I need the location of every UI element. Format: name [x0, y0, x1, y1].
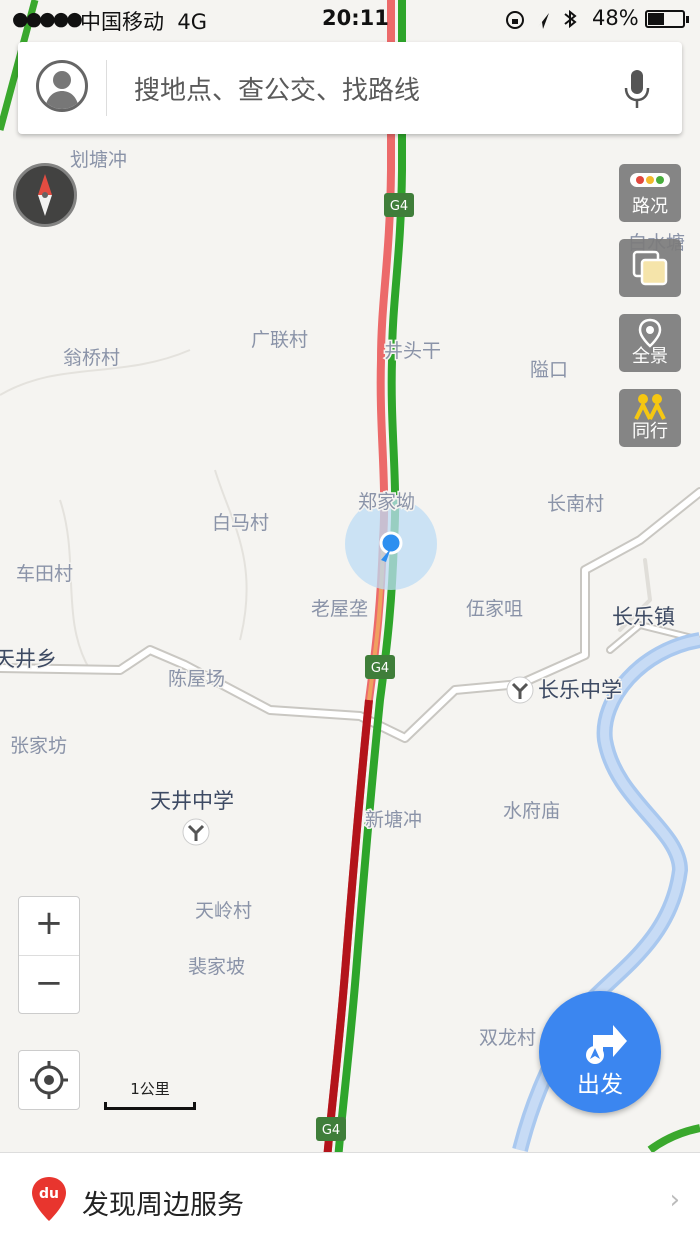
go-button[interactable]: 出发	[539, 991, 661, 1113]
crosshair-icon	[30, 1061, 68, 1099]
microphone-icon[interactable]	[622, 68, 652, 110]
traffic-light-icon	[630, 173, 670, 187]
town-label: 长乐镇	[612, 605, 675, 629]
nearby-services-label: 发现周边服务	[82, 1190, 244, 1221]
town-label: 天井乡	[0, 647, 57, 671]
clock: 20:11	[322, 6, 389, 30]
road-shield-g4: G4	[384, 193, 414, 217]
go-button-label: 出发	[577, 1072, 623, 1098]
poi-label: 长乐中学	[538, 678, 622, 702]
place-label: 广联村	[251, 329, 308, 351]
battery-icon	[645, 10, 689, 28]
place-label: 老屋垄	[311, 598, 368, 620]
battery-percent: 48%	[592, 6, 639, 30]
place-label: 裴家坡	[188, 956, 245, 978]
zoom-control: + −	[18, 896, 80, 1014]
compass-icon	[38, 174, 52, 216]
search-input[interactable]: 搜地点、查公交、找路线	[134, 70, 420, 107]
signal-strength: ●●●●●	[12, 8, 83, 30]
place-label: 天岭村	[195, 900, 252, 922]
road-shield-g4: G4	[365, 655, 395, 679]
place-label: 井头干	[384, 340, 441, 362]
panorama-button-label: 全景	[632, 346, 668, 367]
user-avatar-icon[interactable]	[36, 60, 88, 112]
road-shield-label: G4	[390, 199, 408, 214]
zoom-out-button[interactable]: −	[19, 963, 79, 1003]
traffic-button[interactable]: 路况	[619, 164, 681, 222]
locate-me-button[interactable]	[18, 1050, 80, 1110]
svg-text:du: du	[39, 1186, 59, 1202]
companions-button-label: 同行	[632, 421, 668, 442]
poi-label: 天井中学	[150, 789, 234, 813]
place-label: 白马村	[212, 512, 269, 534]
zoom-divider	[19, 955, 79, 956]
place-label: 翁桥村	[63, 347, 120, 369]
place-label: 张家坊	[10, 735, 67, 757]
place-label: 郑家坳	[358, 491, 415, 513]
school-icon	[506, 676, 534, 704]
school-icon	[182, 818, 210, 846]
status-icons	[506, 9, 577, 29]
status-bar: ●●●●● 中国移动 4G 20:11 48%	[0, 0, 700, 40]
compass-button[interactable]	[13, 163, 77, 227]
route-arrow-icon	[586, 1025, 627, 1064]
place-label: 车田村	[16, 563, 73, 585]
du-logo-icon: du	[32, 1177, 66, 1221]
nearby-services-bar[interactable]: du 发现周边服务 ›	[0, 1152, 700, 1245]
place-label: 隘口	[530, 359, 568, 381]
place-label: 双龙村	[479, 1027, 536, 1049]
carrier-label: 中国移动 4G	[80, 10, 207, 34]
place-label: 水府庙	[503, 800, 560, 822]
map-scale: 1公里	[104, 1078, 196, 1112]
road-shield-label: G4	[322, 1123, 340, 1138]
place-label: 新塘冲	[365, 809, 422, 831]
layers-icon	[632, 250, 668, 286]
road-shield-g4: G4	[316, 1117, 346, 1141]
companions-button[interactable]: 同行	[619, 389, 681, 447]
search-bar[interactable]: 搜地点、查公交、找路线	[18, 42, 682, 134]
scale-bar	[104, 1102, 196, 1110]
place-label: 长南村	[547, 493, 604, 515]
road-shield-label: G4	[371, 661, 389, 676]
scale-label: 1公里	[130, 1080, 170, 1098]
place-label: 陈屋场	[168, 668, 225, 690]
chevron-right-icon: ›	[669, 1185, 680, 1215]
place-label: 划塘冲	[70, 149, 127, 171]
panorama-button[interactable]: 全景	[619, 314, 681, 372]
zoom-in-button[interactable]: +	[19, 903, 79, 943]
traffic-button-label: 路况	[632, 196, 668, 217]
search-divider	[106, 60, 107, 116]
place-label: 伍家咀	[466, 598, 523, 620]
layers-button[interactable]	[619, 239, 681, 297]
